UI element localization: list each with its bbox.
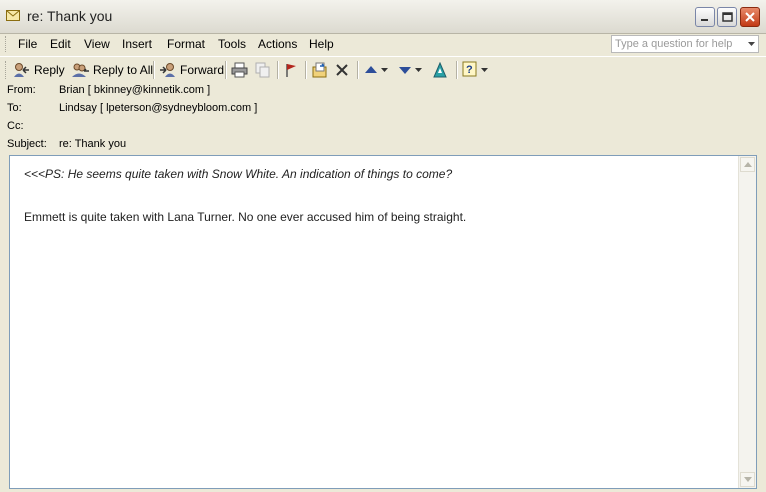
- menu-view[interactable]: View: [84, 37, 110, 51]
- toolbar-separator: [277, 61, 279, 79]
- forward-label: Forward: [180, 63, 225, 77]
- title-bar: re: Thank you: [0, 0, 766, 34]
- menu-edit[interactable]: Edit: [50, 37, 71, 51]
- chevron-down-icon: [748, 42, 755, 46]
- reply-text: Emmett is quite taken with Lana Turner. …: [24, 210, 467, 224]
- menu-format[interactable]: Format: [167, 37, 205, 51]
- print-button[interactable]: [231, 59, 251, 81]
- copy-button[interactable]: [255, 59, 274, 81]
- chevron-down-icon: [381, 68, 388, 72]
- follow-up-flag-button[interactable]: [284, 59, 301, 81]
- from-value[interactable]: Brian [ bkinney@kinnetik.com ]: [59, 84, 210, 96]
- help-search-input[interactable]: Type a question for help: [611, 35, 759, 53]
- help-button[interactable]: ?: [462, 59, 491, 81]
- reply-all-icon: [72, 63, 89, 77]
- toolbar-separator: [456, 61, 458, 79]
- reply-label: Reply: [34, 63, 65, 77]
- menu-tools[interactable]: Tools: [218, 37, 246, 51]
- arrow-up-icon: [365, 66, 377, 73]
- forward-button[interactable]: Forward: [159, 59, 224, 81]
- minimize-button[interactable]: [695, 7, 715, 27]
- toolbar-separator: [357, 61, 359, 79]
- reply-all-label: Reply to All: [93, 63, 154, 77]
- scroll-down-button[interactable]: [740, 472, 755, 487]
- printer-icon: [231, 62, 248, 78]
- forward-icon: [160, 63, 175, 77]
- help-placeholder: Type a question for help: [615, 38, 733, 50]
- chevron-down-icon: [481, 68, 488, 72]
- move-to-folder-button[interactable]: [311, 59, 332, 81]
- maximize-icon: [722, 12, 733, 22]
- menu-help[interactable]: Help: [309, 37, 334, 51]
- arrow-down-icon: [399, 67, 411, 74]
- chevron-down-icon: [744, 477, 752, 482]
- menu-file[interactable]: File: [18, 37, 37, 51]
- flag-icon: [286, 64, 296, 77]
- subject-value: re: Thank you: [59, 138, 127, 150]
- quoted-text: <<<PS: He seems quite taken with Snow Wh…: [24, 167, 453, 181]
- menu-insert[interactable]: Insert: [122, 37, 152, 51]
- menu-actions[interactable]: Actions: [258, 37, 297, 51]
- chevron-down-icon: [415, 68, 422, 72]
- window-title: re: Thank you: [27, 8, 113, 24]
- previous-item-button[interactable]: [364, 59, 391, 81]
- format-text-button[interactable]: [432, 59, 453, 81]
- to-label: To:: [7, 102, 22, 114]
- to-value[interactable]: Lindsay [ lpeterson@sydneybloom.com ]: [59, 102, 257, 114]
- delete-button[interactable]: [335, 59, 352, 81]
- delete-x-icon: [336, 64, 348, 76]
- next-item-button[interactable]: [398, 59, 425, 81]
- reply-all-button[interactable]: Reply to All: [72, 59, 153, 81]
- close-icon: [745, 12, 755, 22]
- toolbar-separator: [225, 61, 227, 79]
- format-text-icon: [433, 62, 447, 78]
- reply-button[interactable]: Reply: [13, 59, 65, 81]
- help-icon: ?: [462, 61, 477, 77]
- message-body[interactable]: <<<PS: He seems quite taken with Snow Wh…: [9, 155, 757, 489]
- from-label: From:: [7, 84, 36, 96]
- subject-label: Subject:: [7, 138, 47, 150]
- toolbar: Reply Reply to All Forward ?: [0, 56, 766, 83]
- cc-label: Cc:: [7, 120, 24, 132]
- toolbar-grip[interactable]: [5, 61, 9, 79]
- copy-icon: [255, 62, 270, 78]
- menu-bar: File Edit View Insert Format Tools Actio…: [0, 33, 766, 55]
- close-button[interactable]: [740, 7, 760, 27]
- toolbar-separator: [305, 61, 307, 79]
- minimize-icon: [701, 19, 708, 21]
- reply-icon: [14, 63, 29, 77]
- menu-grip[interactable]: [5, 36, 9, 52]
- chevron-up-icon: [744, 162, 752, 167]
- envelope-icon: [6, 10, 20, 21]
- toolbar-separator: [153, 61, 155, 79]
- vertical-scrollbar[interactable]: [738, 156, 756, 488]
- move-to-folder-icon: [312, 62, 327, 78]
- scroll-up-button[interactable]: [740, 157, 755, 172]
- maximize-button[interactable]: [717, 7, 737, 27]
- svg-text:?: ?: [466, 64, 473, 76]
